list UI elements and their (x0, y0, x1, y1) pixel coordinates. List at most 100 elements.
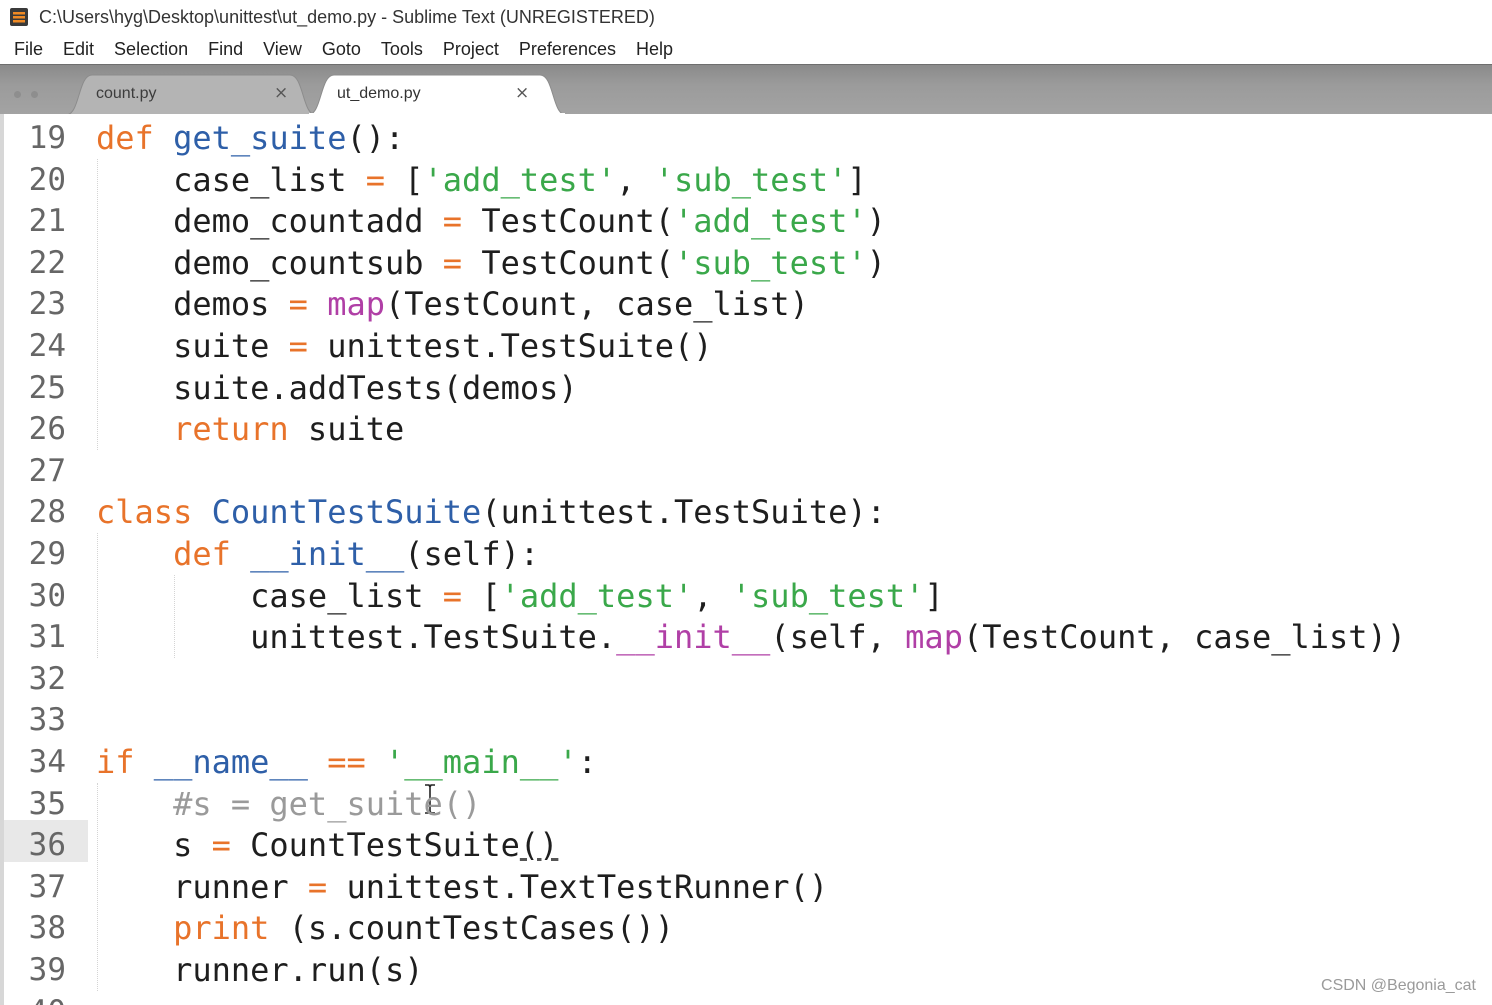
indent-guide (97, 782, 98, 991)
code-line: 33 (0, 699, 1492, 741)
line-code: case_list = ['add_test', 'sub_test'] (96, 159, 867, 201)
close-icon[interactable]: × (515, 83, 529, 103)
line-number: 30 (28, 577, 66, 614)
code-token: case_list (96, 160, 366, 199)
code-line: 30 case_list = ['add_test', 'sub_test'] (0, 575, 1492, 617)
menu-find[interactable]: Find (198, 34, 253, 64)
line-number: 37 (28, 868, 66, 905)
menu-bar: File Edit Selection Find View Goto Tools Projec… (0, 34, 1492, 64)
code-token: ] (924, 576, 944, 615)
code-token: s (96, 826, 212, 865)
code-token: class (96, 493, 193, 532)
code-token: = (211, 826, 231, 865)
line-number: 38 (28, 910, 66, 947)
line-number: 40 (0, 991, 66, 1005)
code-token: unittest.TextTestRunner() (327, 867, 829, 906)
indent-guide (174, 574, 175, 658)
code-token: suite (96, 327, 289, 365)
code-token: demos (96, 285, 289, 324)
code-token: '__main__' (384, 743, 578, 781)
window-title: C:\Users\hyg\Desktop\unittest\ut_demo.py… (39, 6, 655, 27)
line-code: demos = map(TestCount, case_list) (96, 283, 809, 325)
code-token: def (173, 535, 231, 573)
line-code: class CountTestSuite(unittest.TestSuite)… (96, 491, 886, 533)
code-line: 37 runner = unittest.TextTestRunner() (0, 866, 1492, 908)
code-token: = (307, 867, 328, 906)
code-line: 31 unittest.TestSuite.__init__(self, map… (0, 616, 1492, 658)
code-token: ) (866, 202, 886, 241)
tab-label: count.py (96, 85, 157, 102)
code-token: print (173, 909, 270, 948)
line-number: 33 (28, 702, 66, 739)
line-number: 29 (28, 536, 66, 572)
code-line: 40 (0, 991, 1492, 1005)
code-line: 36 s = CountTestSuite() (0, 824, 1492, 866)
close-icon[interactable]: × (274, 83, 288, 103)
code-token: get_suite (173, 119, 347, 157)
window-controls (14, 85, 54, 98)
watermark: CSDN @Begonia_cat (1321, 977, 1476, 994)
menu-view[interactable]: View (253, 34, 312, 64)
menu-selection[interactable]: Selection (104, 34, 198, 64)
line-number: 36 (28, 827, 66, 864)
line-number: 32 (28, 660, 66, 697)
code-token: map (905, 618, 963, 657)
code-line: 19 def get_suite(): (0, 117, 1492, 159)
code-token: if (96, 743, 135, 781)
code-token: = (442, 243, 463, 282)
code-line: 25 suite.addTests(demos) (0, 367, 1492, 409)
code-line: 21 demo_countadd = TestCount('add_test') (0, 200, 1492, 242)
code-line: 32 (0, 658, 1492, 700)
menu-help[interactable]: Help (626, 34, 683, 64)
code-token: == (327, 743, 366, 781)
code-token: def (96, 119, 154, 157)
menu-file[interactable]: File (0, 34, 53, 64)
code-token: () (519, 826, 559, 865)
menu-edit[interactable]: Edit (53, 34, 104, 64)
code-token: runner.run(s) (96, 951, 424, 989)
line-code: if __name__ == '__main__': (96, 741, 597, 783)
code-token: = (288, 285, 308, 324)
tab-count-py[interactable]: count.py × (66, 73, 316, 115)
code-token: CountTestSuite (211, 493, 482, 532)
code-line: 24 suite = unittest.TestSuite() (0, 325, 1492, 367)
menu-goto[interactable]: Goto (312, 34, 371, 64)
code-token: runner (96, 867, 308, 906)
code-token: TestCount( (462, 243, 674, 282)
code-token: 'add_test' (423, 160, 617, 199)
code-token: suite.addTests(demos) (96, 368, 578, 407)
code-token: (self, (770, 618, 906, 657)
menu-project[interactable]: Project (433, 34, 509, 64)
tab-ut-demo-py[interactable]: ut_demo.py × (308, 73, 566, 115)
line-code: print (s.countTestCases()) (96, 907, 674, 949)
line-code: unittest.TestSuite.__init__(self, map(Te… (96, 616, 1406, 658)
menu-tools[interactable]: Tools (371, 34, 433, 64)
line-number: 23 (28, 286, 66, 323)
line-number: 39 (28, 952, 66, 988)
line-code: s = CountTestSuite() (96, 824, 558, 866)
line-number: 28 (28, 494, 66, 531)
code-token: (TestCount, case_list) (384, 285, 809, 324)
sublime-window: C:\Users\hyg\Desktop\unittest\ut_demo.py… (0, 0, 1492, 1005)
tab-label: ut_demo.py (337, 85, 421, 102)
code-token: (TestCount, case_list)) (962, 618, 1407, 657)
code-token: demo_countadd (96, 202, 443, 241)
line-number: 21 (28, 203, 66, 240)
code-editor[interactable]: 19 def get_suite(): 20 case_list = ['add_t… (0, 114, 1492, 1005)
code-token: [ (462, 576, 501, 615)
menu-preferences[interactable]: Preferences (509, 34, 626, 64)
line-code: #s = get_suite() (96, 783, 481, 825)
code-line: 39 runner.run(s) (0, 949, 1492, 991)
line-code: runner = unittest.TextTestRunner() (96, 866, 828, 908)
code-token: CountTestSuite (230, 826, 520, 865)
line-number: 31 (28, 619, 66, 656)
code-token: ] (847, 160, 867, 199)
code-token: 'add_test' (673, 202, 867, 241)
code-token: 'sub_test' (673, 243, 867, 282)
